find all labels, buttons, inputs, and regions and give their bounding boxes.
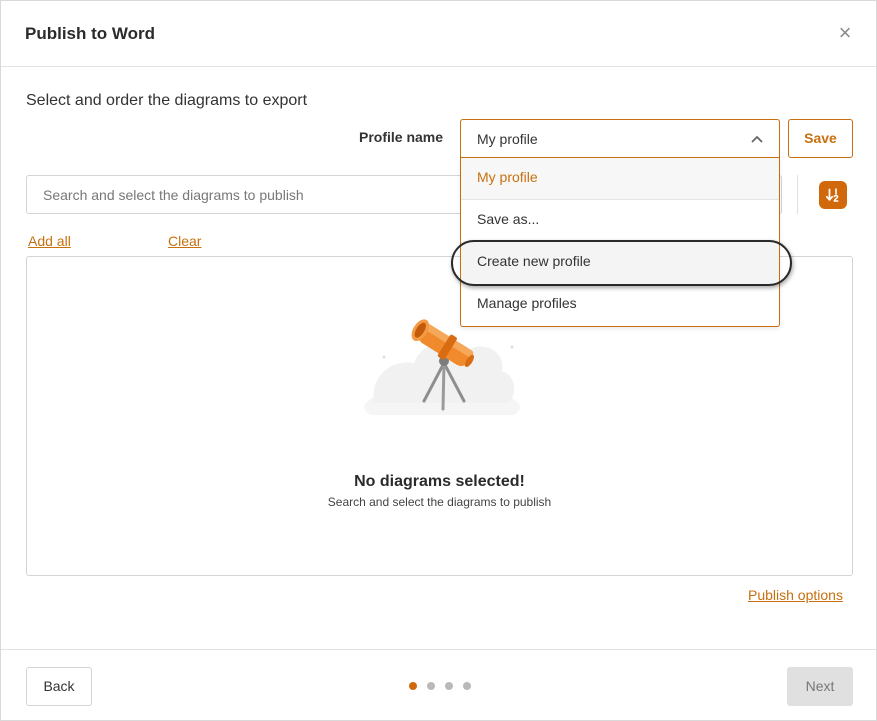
step-dot-active xyxy=(409,682,417,690)
profile-option-manage[interactable]: Manage profiles xyxy=(461,284,779,326)
close-icon[interactable]: × xyxy=(834,21,856,45)
step-dot xyxy=(445,682,453,690)
empty-state-subtitle: Search and select the diagrams to publis… xyxy=(327,495,552,509)
back-button[interactable]: Back xyxy=(26,667,92,706)
profile-option-save-as[interactable]: Save as... xyxy=(461,200,779,242)
profile-select[interactable]: My profile xyxy=(460,119,780,158)
sort-button[interactable] xyxy=(819,181,847,209)
publish-dialog: Publish to Word × Select and order the d… xyxy=(0,0,877,721)
dialog-title: Publish to Word xyxy=(25,24,156,43)
toolbar-divider xyxy=(797,175,798,214)
empty-state-title: No diagrams selected! xyxy=(354,473,525,490)
profile-option-label: Save as... xyxy=(477,211,540,227)
profile-option-label: My profile xyxy=(477,169,538,185)
dialog-subtitle: Select and order the diagrams to export xyxy=(26,92,308,109)
profile-option-my-profile[interactable]: My profile xyxy=(461,158,779,200)
chevron-up-icon xyxy=(751,136,763,143)
dialog-footer: Back Next xyxy=(1,649,876,720)
next-button[interactable]: Next xyxy=(787,667,853,706)
profile-option-label: Manage profiles xyxy=(477,295,577,311)
profile-dropdown-menu: My profile Save as... Create new profile… xyxy=(460,158,780,327)
sort-icon xyxy=(825,188,839,202)
clear-link[interactable]: Clear xyxy=(168,233,201,249)
add-all-link[interactable]: Add all xyxy=(28,233,71,249)
step-dot xyxy=(427,682,435,690)
step-dot xyxy=(463,682,471,690)
profile-select-value: My profile xyxy=(477,131,538,147)
publish-options-link[interactable]: Publish options xyxy=(748,587,843,603)
save-profile-button[interactable]: Save xyxy=(788,119,853,158)
profile-option-label: Create new profile xyxy=(477,253,591,269)
profile-name-label: Profile name xyxy=(359,129,444,145)
profile-option-create-new[interactable]: Create new profile xyxy=(461,242,779,284)
dialog-header: Publish to Word × xyxy=(1,1,876,67)
